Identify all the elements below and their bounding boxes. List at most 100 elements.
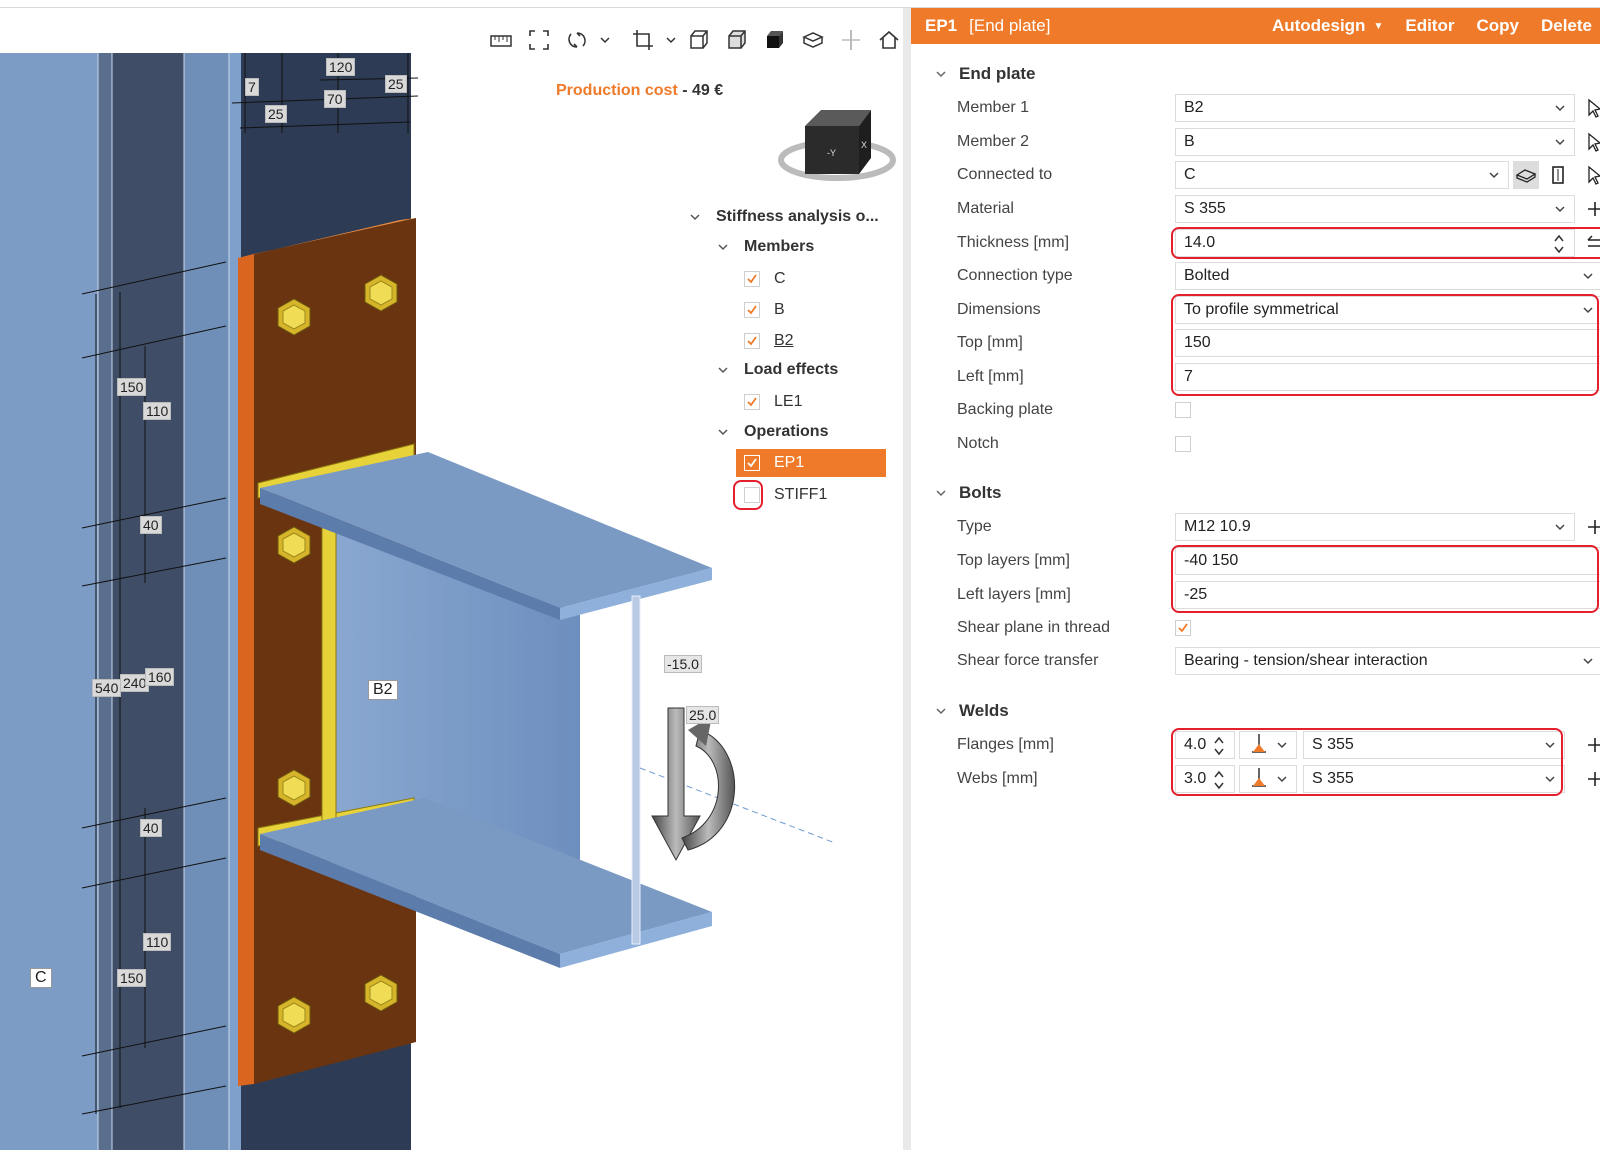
tree-item-member-c[interactable]: C xyxy=(744,266,786,292)
flanges-label: Flanges [mm] xyxy=(957,736,1054,753)
checkbox[interactable] xyxy=(744,394,760,410)
wireframe-cube-icon[interactable] xyxy=(682,23,716,57)
ruler-icon[interactable] xyxy=(484,23,518,57)
top-input[interactable]: 150 xyxy=(1175,329,1600,357)
web-weld-type-select[interactable] xyxy=(1239,765,1297,793)
row-dimensions: Dimensions To profile symmetrical xyxy=(957,293,1600,327)
add-weld-icon[interactable] xyxy=(1582,765,1600,793)
tree-item-le1[interactable]: LE1 xyxy=(744,389,802,415)
left-input[interactable]: 7 xyxy=(1175,363,1600,391)
checkbox[interactable] xyxy=(744,271,760,287)
tree-item-label: B xyxy=(774,301,785,318)
column-section-icon[interactable] xyxy=(1545,161,1571,189)
add-bolt-icon[interactable] xyxy=(1582,513,1600,541)
spinner-icon[interactable] xyxy=(1212,769,1226,791)
pick-cursor-icon[interactable] xyxy=(1582,128,1600,156)
member2-select[interactable]: B xyxy=(1175,128,1575,156)
shear-plane-checkbox[interactable] xyxy=(1175,620,1191,636)
chevron-down-icon[interactable] xyxy=(935,487,947,499)
thickness-input[interactable]: 14.0 xyxy=(1175,229,1575,257)
material-select[interactable]: S 355 xyxy=(1175,195,1575,223)
add-material-icon[interactable] xyxy=(1582,195,1600,223)
tree-item-member-b2[interactable]: B2 xyxy=(744,328,794,354)
autodesign-label: Autodesign xyxy=(1271,16,1366,35)
tree-item-member-b[interactable]: B xyxy=(744,297,785,323)
backing-plate-label: Backing plate xyxy=(957,401,1054,418)
section-welds[interactable]: Welds xyxy=(935,701,1009,721)
chevron-down-icon[interactable] xyxy=(716,363,730,377)
connection-type-select[interactable]: Bolted xyxy=(1175,262,1600,290)
pick-cursor-icon[interactable] xyxy=(1582,161,1600,189)
tree-item-label: LE1 xyxy=(774,393,803,410)
flange-weld-material-select[interactable]: S 355 xyxy=(1303,731,1565,759)
top-value: 150 xyxy=(1184,334,1211,351)
editor-button[interactable]: Editor xyxy=(1405,16,1454,36)
connected-to-select[interactable]: C xyxy=(1175,161,1509,189)
checkbox[interactable] xyxy=(744,302,760,318)
dimensions-value: To profile symmetrical xyxy=(1184,301,1339,318)
section-end-plate[interactable]: End plate xyxy=(935,64,1036,84)
tree-item-ep1[interactable]: EP1 xyxy=(736,449,886,477)
svg-text:-Y: -Y xyxy=(827,148,836,158)
swap-direction-icon[interactable] xyxy=(1582,229,1600,257)
flange-weld-size-input[interactable]: 4.0 xyxy=(1175,731,1235,759)
section-view-icon[interactable] xyxy=(796,23,830,57)
chevron-down-icon[interactable] xyxy=(664,23,678,57)
home-view-icon[interactable] xyxy=(872,23,903,57)
notch-checkbox[interactable] xyxy=(1175,436,1191,452)
checkbox[interactable] xyxy=(744,455,760,471)
delete-button[interactable]: Delete xyxy=(1541,16,1592,36)
flange-weld-type-select[interactable] xyxy=(1239,731,1297,759)
fit-view-icon[interactable] xyxy=(522,23,556,57)
autodesign-button[interactable]: Autodesign ▼ xyxy=(1272,16,1383,36)
add-weld-icon[interactable] xyxy=(1582,731,1600,759)
tree-load-effects[interactable]: Load effects xyxy=(716,357,838,383)
web-weld-size-input[interactable]: 3.0 xyxy=(1175,765,1235,793)
bolt-type-select[interactable]: M12 10.9 xyxy=(1175,513,1575,541)
highlight-stiff1-checkbox xyxy=(733,480,763,510)
section-bolts[interactable]: Bolts xyxy=(935,483,1002,503)
bolt-type-value: M12 10.9 xyxy=(1184,518,1251,535)
transparent-cube-icon[interactable] xyxy=(720,23,754,57)
top-label: Top [mm] xyxy=(957,334,1023,351)
row-shear-transfer: Shear force transfer Bearing - tension/s… xyxy=(957,644,1600,678)
panel-splitter[interactable] xyxy=(903,8,911,1150)
solid-cube-icon[interactable] xyxy=(758,23,792,57)
member1-select[interactable]: B2 xyxy=(1175,94,1575,122)
shear-transfer-select[interactable]: Bearing - tension/shear interaction xyxy=(1175,647,1600,675)
chevron-down-icon[interactable] xyxy=(716,240,730,254)
navigation-cube[interactable]: -Y X xyxy=(775,98,900,198)
member1-value: B2 xyxy=(1184,99,1204,116)
copy-button[interactable]: Copy xyxy=(1476,16,1519,36)
surface-icon[interactable] xyxy=(1513,161,1539,189)
3d-viewport[interactable]: 120 7 25 70 25 150 110 40 540 240 160 40 110 150 C B2 -1… xyxy=(0,8,903,1150)
mirror-icon[interactable] xyxy=(834,23,868,57)
tree-operations[interactable]: Operations xyxy=(716,419,828,445)
chevron-down-icon[interactable] xyxy=(935,705,947,717)
rotate-icon[interactable] xyxy=(560,23,594,57)
fillet-weld-icon xyxy=(1248,766,1270,793)
row-web-welds: Webs [mm] 3.0 S 355 xyxy=(957,762,1600,796)
tree-root[interactable]: Stiffness analysis o... xyxy=(688,204,879,230)
spinner-icon[interactable] xyxy=(1212,735,1226,757)
chevron-down-icon xyxy=(1582,655,1594,667)
tree-item-label: C xyxy=(774,270,786,287)
dimensions-select[interactable]: To profile symmetrical xyxy=(1175,296,1600,324)
chevron-down-icon[interactable] xyxy=(688,210,702,224)
crop-icon[interactable] xyxy=(626,23,660,57)
shear-transfer-value: Bearing - tension/shear interaction xyxy=(1184,652,1428,669)
web-weld-material-select[interactable]: S 355 xyxy=(1303,765,1565,793)
left-layers-input[interactable]: -25 xyxy=(1175,581,1600,609)
dimension-label: 7 xyxy=(245,78,259,96)
chevron-down-icon[interactable] xyxy=(598,23,612,57)
spinner-icon[interactable] xyxy=(1552,233,1566,255)
chevron-down-icon[interactable] xyxy=(935,68,947,80)
chevron-down-icon[interactable] xyxy=(716,425,730,439)
checkbox[interactable] xyxy=(744,333,760,349)
tree-members[interactable]: Members xyxy=(716,234,814,260)
pick-cursor-icon[interactable] xyxy=(1582,94,1600,122)
backing-plate-checkbox[interactable] xyxy=(1175,402,1191,418)
top-layers-input[interactable]: -40 150 xyxy=(1175,547,1600,575)
chevron-down-icon xyxy=(1582,270,1594,282)
row-top: Top [mm] 150 xyxy=(957,326,1600,360)
